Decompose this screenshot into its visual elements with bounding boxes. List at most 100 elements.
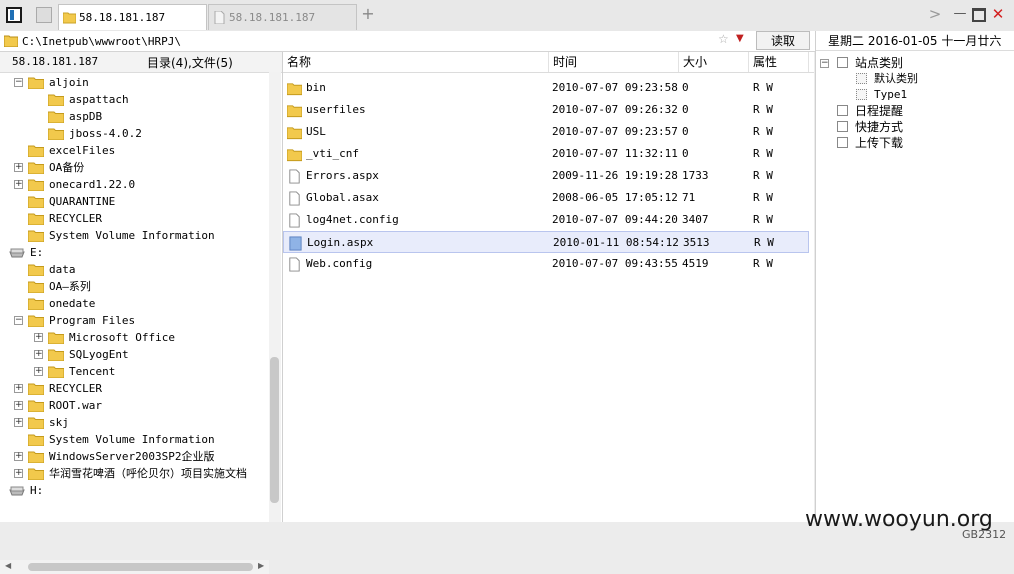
new-window-icon[interactable]: [36, 7, 52, 23]
tree-item[interactable]: E:: [0, 244, 268, 261]
close-icon[interactable]: ✕: [990, 6, 1006, 22]
tree-item[interactable]: + Microsoft Office: [0, 329, 268, 346]
file-row[interactable]: Errors.aspx 2009-11-26 19:19:28 1733 R W: [283, 165, 809, 187]
host-label: 58.18.181.187: [12, 55, 99, 68]
minimize-icon[interactable]: —: [952, 6, 968, 22]
expand-icon[interactable]: +: [14, 162, 23, 172]
tab-label: 58.18.181.187: [79, 11, 166, 24]
tree-item-label: onecard1.22.0: [49, 178, 136, 191]
site-tree-label: 默认类别: [874, 72, 918, 85]
file-attr: R W: [753, 257, 773, 270]
chevron-down-icon[interactable]: ▼: [736, 33, 744, 44]
tree-item[interactable]: + 华润雪花啤酒（呼伦贝尔）项目实施文档: [0, 465, 268, 482]
tab-bar: 58.18.181.187 58.18.181.187 + > — ✕: [0, 0, 1014, 32]
category-icon: [856, 89, 867, 100]
tree-item[interactable]: System Volume Information: [0, 227, 268, 244]
file-row[interactable]: Login.aspx 2010-01-11 08:54:12 3513 R W: [283, 231, 809, 253]
file-row[interactable]: log4net.config 2010-07-07 09:44:20 3407 R W: [283, 209, 809, 231]
tab-inactive[interactable]: 58.18.181.187: [208, 4, 357, 30]
tree-item[interactable]: + RECYCLER: [0, 380, 268, 397]
tree-item[interactable]: + ROOT.war: [0, 397, 268, 414]
folder-icon: [28, 179, 44, 191]
tree-item[interactable]: System Volume Information: [0, 431, 268, 448]
tree-item[interactable]: OA—系列: [0, 278, 268, 295]
read-button[interactable]: 读取: [756, 31, 810, 50]
file-row[interactable]: _vti_cnf 2010-07-07 11:32:11 0 R W: [283, 143, 809, 165]
file-row[interactable]: Web.config 2010-07-07 09:43:55 4519 R W: [283, 253, 809, 275]
tab-active[interactable]: 58.18.181.187: [58, 4, 207, 30]
vertical-scrollbar[interactable]: [269, 72, 281, 522]
file-row[interactable]: USL 2010-07-07 09:23:57 0 R W: [283, 121, 809, 143]
tree-item[interactable]: aspattach: [0, 91, 268, 108]
maximize-icon[interactable]: [970, 6, 986, 22]
expand-icon[interactable]: +: [14, 383, 23, 393]
scroll-left-icon[interactable]: ◀: [5, 561, 11, 570]
chevron-right-icon[interactable]: >: [927, 6, 943, 22]
tree-item[interactable]: + OA备份: [0, 159, 268, 176]
tree-item[interactable]: RECYCLER: [0, 210, 268, 227]
tree-item-label: onedate: [49, 297, 96, 310]
tree-item[interactable]: + skj: [0, 414, 268, 431]
tree-item[interactable]: aspDB: [0, 108, 268, 125]
tree-item[interactable]: + SQLyogEnt: [0, 346, 268, 363]
collapse-icon[interactable]: −: [14, 315, 23, 325]
horizontal-scrollbar[interactable]: ◀ ▶: [0, 560, 269, 574]
expand-icon[interactable]: +: [14, 179, 23, 189]
expand-icon[interactable]: +: [34, 349, 43, 359]
folder-icon: [28, 468, 44, 480]
file-time: 2010-07-07 11:32:11: [552, 147, 678, 160]
tree-item[interactable]: − aljoin: [0, 74, 268, 91]
expand-icon[interactable]: +: [14, 417, 23, 427]
panel-toggle-icon[interactable]: [6, 7, 22, 23]
file-list-panel: 名称 时间 大小 属性 bin 2010-07-07 09:23:58 0 R Wus…: [283, 52, 814, 522]
tree-item[interactable]: onedate: [0, 295, 268, 312]
column-size[interactable]: 大小: [679, 52, 749, 72]
file-attr: R W: [753, 125, 773, 138]
file-row[interactable]: userfiles 2010-07-07 09:26:32 0 R W: [283, 99, 809, 121]
file-row[interactable]: Global.asax 2008-06-05 17:05:12 71 R W: [283, 187, 809, 209]
file-icon: [289, 257, 300, 272]
tree-item[interactable]: + Tencent: [0, 363, 268, 380]
scroll-thumb[interactable]: [270, 357, 279, 503]
folder-icon: [28, 315, 44, 327]
tree-item[interactable]: excelFiles: [0, 142, 268, 159]
file-size: 1733: [682, 169, 709, 182]
file-time: 2010-07-07 09:23:58: [552, 81, 678, 94]
tree-item-label: aljoin: [49, 76, 89, 89]
shortcut-icon: [837, 121, 848, 132]
expand-icon[interactable]: +: [14, 468, 23, 478]
tree-item-label: WindowsServer2003SP2企业版: [49, 450, 215, 463]
scroll-thumb[interactable]: [28, 563, 253, 571]
site-tree-label: 上传下载: [855, 136, 904, 150]
collapse-icon[interactable]: −: [14, 77, 23, 87]
expand-icon[interactable]: +: [14, 451, 23, 461]
file-row[interactable]: bin 2010-07-07 09:23:58 0 R W: [283, 77, 809, 99]
add-tab-icon[interactable]: +: [360, 6, 376, 22]
expand-icon[interactable]: +: [14, 400, 23, 410]
expand-icon[interactable]: +: [34, 332, 43, 342]
tree-item[interactable]: jboss-4.0.2: [0, 125, 268, 142]
path-input[interactable]: [22, 33, 712, 49]
folder-icon: [28, 434, 44, 446]
column-attr[interactable]: 属性: [749, 52, 809, 72]
folder-icon: [28, 196, 44, 208]
column-name[interactable]: 名称: [283, 52, 549, 72]
folder-icon: [28, 162, 44, 174]
star-icon[interactable]: ☆: [718, 32, 729, 46]
scroll-right-icon[interactable]: ▶: [258, 561, 264, 570]
tree-item-label: aspDB: [69, 110, 103, 123]
expand-icon[interactable]: +: [34, 366, 43, 376]
date-display: 星期二 2016-01-05 十一月廿六: [816, 31, 1014, 51]
column-time[interactable]: 时间: [549, 52, 679, 72]
file-name: Errors.aspx: [306, 169, 379, 182]
tree-item[interactable]: QUARANTINE: [0, 193, 268, 210]
schedule-icon: [837, 105, 848, 116]
file-icon: [289, 236, 302, 251]
tree-item[interactable]: − Program Files: [0, 312, 268, 329]
tree-item[interactable]: + WindowsServer2003SP2企业版: [0, 448, 268, 465]
tree-item-label: jboss-4.0.2: [69, 127, 142, 140]
tree-item[interactable]: + onecard1.22.0: [0, 176, 268, 193]
tree-item[interactable]: data: [0, 261, 268, 278]
collapse-icon[interactable]: −: [820, 58, 829, 68]
tree-item[interactable]: H:: [0, 482, 268, 499]
